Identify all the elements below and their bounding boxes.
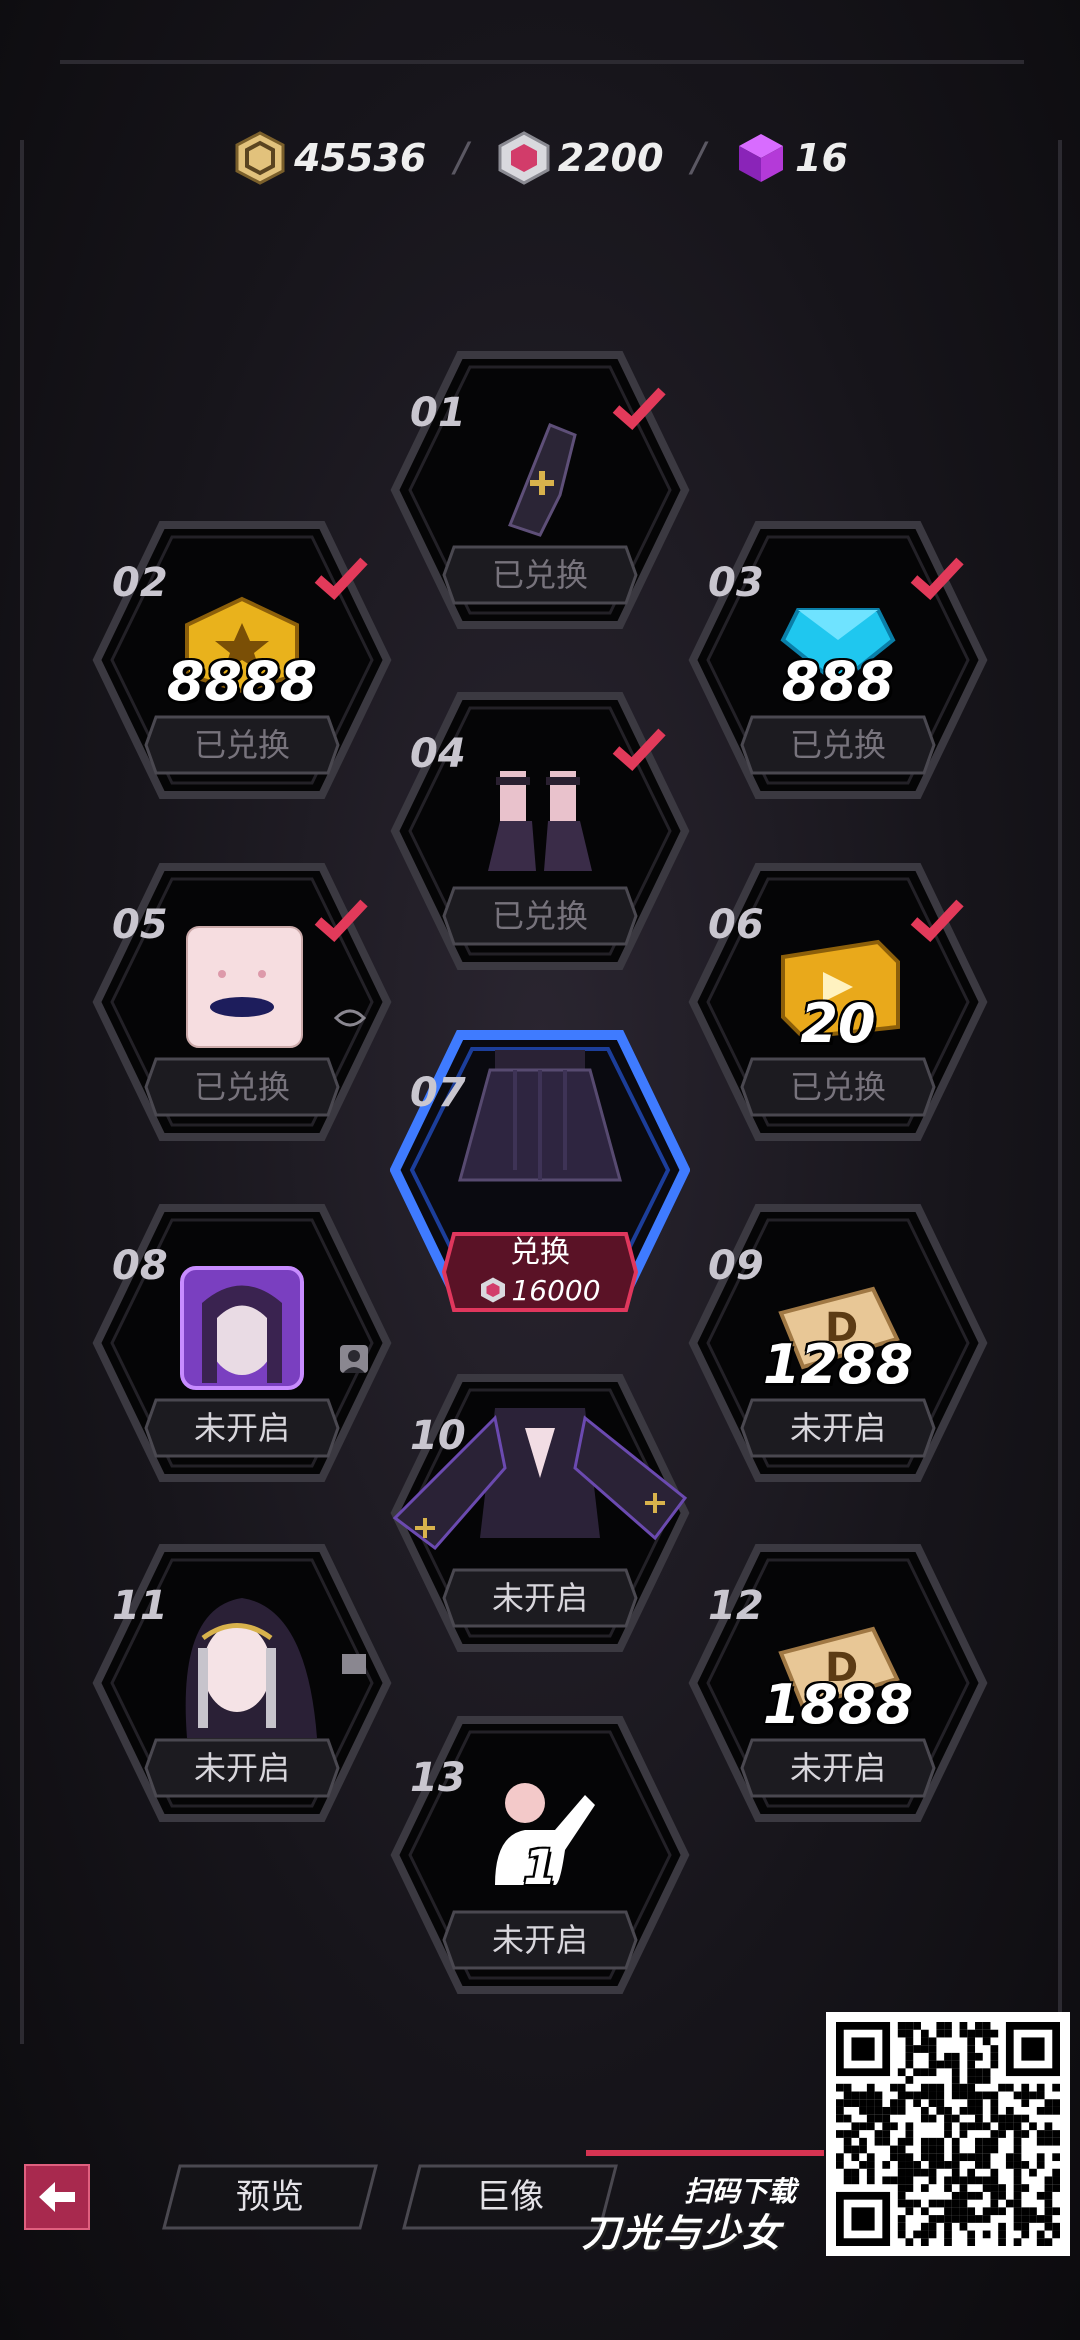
avatar-portrait-icon [152,1253,332,1403]
gold-coin-icon [232,130,288,186]
redeem-label: 兑换 [510,1235,570,1270]
tab-preview[interactable]: 预览 [160,2162,380,2232]
cost-row: 16000 [440,1270,640,1310]
status-label: 已兑换 [789,1068,886,1106]
reward-node-12[interactable]: 12 D 1888 未开启 [688,1538,988,1828]
currency-gem: 2200 [496,130,664,186]
checkmark-icon [314,557,368,600]
reward-quantity: 1288 [762,1333,914,1396]
reward-quantity: 20 [800,992,876,1055]
reward-quantity: 1 [523,1840,557,1896]
status-label: 未开启 [193,1409,290,1447]
status-label: 已兑换 [789,726,886,764]
reward-node-05[interactable]: 05 已兑换 [92,857,392,1147]
locked-button[interactable]: 未开启 [440,1566,640,1630]
dress-top-icon [370,1398,710,1551]
reward-node-03[interactable]: 03 888 已兑换 [688,515,988,805]
reward-node-06[interactable]: 06 20 已兑换 [688,857,988,1147]
glove-icon [450,400,630,550]
separator: / [691,135,706,181]
redeemed-button[interactable]: 已兑换 [142,1055,342,1119]
status-label: 未开启 [789,1749,886,1787]
qr-code [826,2012,1070,2256]
redeemed-button[interactable]: 已兑换 [738,713,938,777]
locked-button[interactable]: 未开启 [142,1736,342,1800]
reward-node-07[interactable]: 07 兑换 16000 [390,1025,690,1315]
reward-quantity: 1888 [762,1673,914,1736]
skirt-icon [450,1045,630,1195]
gold-value: 45536 [294,136,427,180]
cube-value: 16 [795,136,848,180]
status-label: 已兑换 [193,1068,290,1106]
lips-icon [333,1009,367,1027]
checkmark-icon [910,899,964,942]
redeemed-button[interactable]: 已兑换 [440,543,640,607]
redeem-cost: 16000 [511,1273,601,1307]
reward-node-02[interactable]: 02 8888 已兑换 [92,515,392,805]
locked-button[interactable]: 未开启 [440,1908,640,1972]
game-logo: 刀光与少女 [582,2211,783,2255]
reward-quantity: 8888 [166,650,318,713]
status-label: 已兑换 [491,897,588,935]
currency-bar: 45536 / 2200 / 16 [0,118,1080,198]
locked-button[interactable]: 未开启 [738,1736,938,1800]
frame-top [60,60,1024,64]
reward-node-04[interactable]: 04 已兑换 [390,686,690,976]
status-label: 未开启 [491,1579,588,1617]
purple-cube-icon [733,130,789,186]
status-label: 未开启 [789,1409,886,1447]
portrait-icon [340,1345,368,1373]
redeemed-button[interactable]: 已兑换 [142,713,342,777]
checkmark-icon [612,728,666,771]
locked-button[interactable]: 未开启 [142,1396,342,1460]
status-label: 未开启 [193,1749,290,1787]
status-label: 已兑换 [193,726,290,764]
reward-node-11[interactable]: 11 未开启 [92,1538,392,1828]
lipstick-makeup-icon [152,912,332,1062]
status-label: 已兑换 [491,556,588,594]
reward-node-13[interactable]: 13 1 未开启 [390,1710,690,2000]
checkmark-icon [910,557,964,600]
back-button[interactable] [24,2164,90,2230]
crystal-gem-icon [481,1277,506,1303]
nun-headpiece-icon [152,1593,332,1743]
locked-button[interactable]: 未开启 [738,1396,938,1460]
arrow-left-icon [39,2182,75,2212]
frame-left [20,140,24,2044]
currency-cube: 16 [733,130,848,186]
tab-preview-label: 预览 [236,2177,304,2217]
redeemed-button[interactable]: 已兑换 [440,884,640,948]
checkmark-icon [612,387,666,430]
reward-node-01[interactable]: 01 已兑换 [390,345,690,635]
frame-right [1058,140,1062,2044]
crystal-gem-icon [496,130,552,186]
reward-quantity: 888 [781,650,895,713]
redeemed-button[interactable]: 已兑换 [738,1055,938,1119]
shoes-icon [450,741,630,891]
accent-line [586,2150,824,2156]
reward-node-09[interactable]: 09 D 1288 未开启 [688,1198,988,1488]
gem-value: 2200 [557,136,664,180]
currency-gold: 45536 [232,130,426,186]
separator: / [454,135,468,181]
reward-node-10[interactable]: 10 未开启 [390,1368,690,1658]
hair-icon [342,1654,366,1674]
reward-node-08[interactable]: 08 未开启 [92,1198,392,1488]
redeem-button[interactable]: 兑换 16000 [440,1230,640,1314]
status-label: 未开启 [491,1921,588,1959]
checkmark-icon [314,899,368,942]
